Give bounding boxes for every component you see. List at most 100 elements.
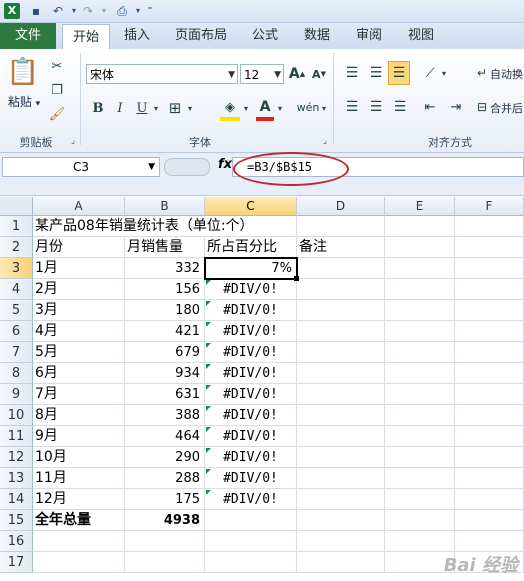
italic-icon[interactable]: I (112, 99, 128, 117)
row-header-17[interactable]: 17 (0, 552, 33, 573)
row-header-3[interactable]: 3 (0, 258, 33, 279)
insert-function-icon[interactable]: fx (218, 157, 232, 172)
cell-d14[interactable] (297, 489, 385, 510)
cell-c15[interactable] (205, 510, 297, 531)
cell-d15[interactable] (297, 510, 385, 531)
cell-c6[interactable]: #DIV/0! (205, 321, 297, 342)
cell-e16[interactable] (385, 531, 455, 552)
cell-a16[interactable] (33, 531, 125, 552)
cell-e10[interactable] (385, 405, 455, 426)
merge-center-icon[interactable]: ⊟ (474, 97, 490, 117)
cell-f16[interactable] (455, 531, 524, 552)
cell-e2[interactable] (385, 237, 455, 258)
cell-e12[interactable] (385, 447, 455, 468)
cell-f15[interactable] (455, 510, 524, 531)
name-box[interactable]: C3 ▼ (2, 157, 160, 177)
cell-b16[interactable] (125, 531, 205, 552)
bold-icon[interactable]: B (90, 99, 106, 117)
font-color-icon[interactable]: A (256, 97, 274, 121)
cell-d17[interactable] (297, 552, 385, 573)
cell-b14[interactable]: 175 (125, 489, 205, 510)
cell-a3[interactable]: 1月 (33, 258, 125, 279)
cell-d13[interactable] (297, 468, 385, 489)
row-header-15[interactable]: 15 (0, 510, 33, 531)
format-painter-icon[interactable]: 🖌 (48, 105, 66, 123)
underline-dropdown-icon[interactable]: ▾ (152, 99, 160, 117)
cell-f12[interactable] (455, 447, 524, 468)
save-icon[interactable]: ▪ (28, 3, 44, 19)
cell-b12[interactable]: 290 (125, 447, 205, 468)
font-size-combo[interactable]: 12 ▼ (240, 64, 284, 84)
align-middle-icon[interactable]: ☰ (366, 63, 386, 83)
cell-d5[interactable] (297, 300, 385, 321)
font-name-combo[interactable]: 宋体 ▼ (86, 64, 238, 84)
wrap-text-button[interactable]: 自动换 (490, 66, 524, 82)
cell-b7[interactable]: 679 (125, 342, 205, 363)
cell-c8[interactable]: #DIV/0! (205, 363, 297, 384)
tab-page-layout[interactable]: 页面布局 (170, 23, 232, 49)
tab-review[interactable]: 审阅 (350, 23, 388, 49)
cell-a14[interactable]: 12月 (33, 489, 125, 510)
cell-b13[interactable]: 288 (125, 468, 205, 489)
cell-b10[interactable]: 388 (125, 405, 205, 426)
cell-b8[interactable]: 934 (125, 363, 205, 384)
column-header-a[interactable]: A (33, 197, 125, 216)
cell-b3[interactable]: 332 (125, 258, 205, 279)
cell-f13[interactable] (455, 468, 524, 489)
print-preview-icon[interactable]: ⎙ (114, 3, 130, 19)
cell-f9[interactable] (455, 384, 524, 405)
column-header-f[interactable]: F (455, 197, 524, 216)
paste-button[interactable]: 粘贴 ▾ (6, 93, 42, 110)
increase-font-icon[interactable]: A ▲ (288, 64, 306, 84)
cell-e1[interactable] (385, 216, 455, 237)
cell-e7[interactable] (385, 342, 455, 363)
tab-insert[interactable]: 插入 (118, 23, 156, 49)
cell-c5[interactable]: #DIV/0! (205, 300, 297, 321)
column-header-c[interactable]: C (205, 197, 297, 216)
cell-a15[interactable]: 全年总量 (33, 510, 125, 531)
decrease-indent-icon[interactable]: ⇤ (420, 97, 440, 117)
cell-f2[interactable] (455, 237, 524, 258)
align-left-icon[interactable]: ☰ (342, 97, 362, 117)
row-header-14[interactable]: 14 (0, 489, 33, 510)
merge-center-button[interactable]: 合并后 (490, 100, 524, 116)
cell-a5[interactable]: 3月 (33, 300, 125, 321)
cell-b17[interactable] (125, 552, 205, 573)
cell-c16[interactable] (205, 531, 297, 552)
decrease-font-icon[interactable]: A ▼ (310, 64, 328, 84)
cell-d2[interactable]: 备注 (297, 237, 385, 258)
align-bottom-icon[interactable]: ☰ (388, 61, 410, 85)
cell-e13[interactable] (385, 468, 455, 489)
redo-dropdown-icon[interactable]: ▾ (96, 3, 112, 19)
cell-b1[interactable] (125, 216, 205, 237)
cell-e8[interactable] (385, 363, 455, 384)
wrap-text-icon[interactable]: ↵ (474, 63, 490, 83)
cell-e15[interactable] (385, 510, 455, 531)
cell-e9[interactable] (385, 384, 455, 405)
cell-f10[interactable] (455, 405, 524, 426)
increase-indent-icon[interactable]: ⇥ (446, 97, 466, 117)
cell-b9[interactable]: 631 (125, 384, 205, 405)
row-header-9[interactable]: 9 (0, 384, 33, 405)
cell-f6[interactable] (455, 321, 524, 342)
cell-d1[interactable] (297, 216, 385, 237)
cell-f8[interactable] (455, 363, 524, 384)
paste-icon[interactable]: 📋 (7, 55, 39, 89)
cell-c11[interactable]: #DIV/0! (205, 426, 297, 447)
cell-a4[interactable]: 2月 (33, 279, 125, 300)
cell-c17[interactable] (205, 552, 297, 573)
font-launcher-icon[interactable]: ⌟ (320, 135, 330, 145)
fill-handle[interactable] (294, 276, 299, 281)
tab-home[interactable]: 开始 (62, 24, 110, 50)
font-color-dropdown-icon[interactable]: ▾ (276, 99, 284, 117)
row-header-13[interactable]: 13 (0, 468, 33, 489)
formula-bar-splitter[interactable] (164, 158, 210, 176)
cell-b15[interactable]: 4938 (125, 510, 205, 531)
tab-file[interactable]: 文件 (0, 23, 56, 49)
customize-toolbar-icon[interactable]: ⁼ (142, 3, 158, 19)
row-header-8[interactable]: 8 (0, 363, 33, 384)
undo-icon[interactable]: ↶ (50, 3, 66, 19)
cell-a10[interactable]: 8月 (33, 405, 125, 426)
cell-a13[interactable]: 11月 (33, 468, 125, 489)
align-center-icon[interactable]: ☰ (366, 97, 386, 117)
